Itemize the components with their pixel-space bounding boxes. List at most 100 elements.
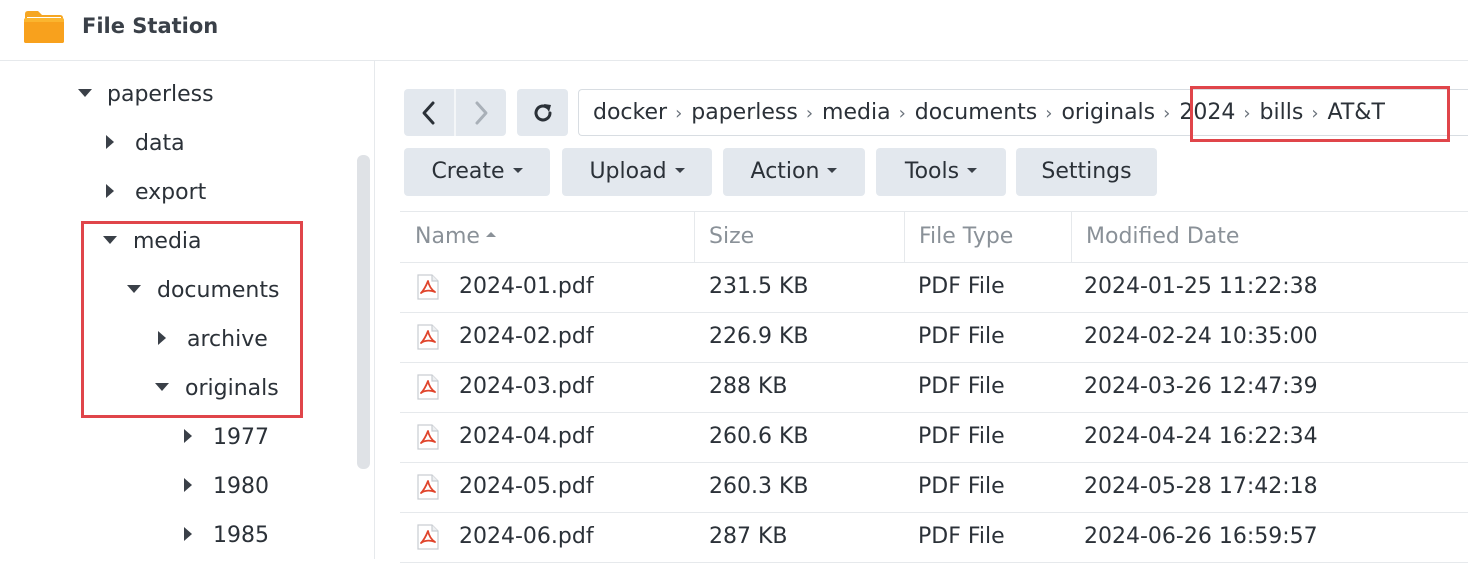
- breadcrumb-item[interactable]: docker: [593, 90, 667, 135]
- file-type: PDF File: [918, 474, 1005, 499]
- table-row[interactable]: 2024-03.pdf 288 KB PDF File 2024-03-26 12:4…: [400, 362, 1468, 413]
- table-row[interactable]: 2024-05.pdf 260.3 KB PDF File 2024-05-28 17…: [400, 462, 1468, 513]
- chevron-right-icon: ›: [1311, 103, 1319, 124]
- caret-down-icon: [827, 167, 838, 173]
- nav-button-group: [404, 89, 506, 136]
- table-row[interactable]: 2024-04.pdf 260.6 KB PDF File 2024-04-24 16…: [400, 412, 1468, 463]
- settings-button[interactable]: Settings: [1016, 148, 1157, 196]
- caret-down-icon: [967, 167, 978, 173]
- tree-item-1985[interactable]: 1985: [184, 516, 269, 556]
- breadcrumb-item[interactable]: paperless: [691, 90, 798, 135]
- create-button[interactable]: Create: [404, 148, 550, 196]
- chevron-right-icon: ›: [1163, 103, 1171, 124]
- breadcrumb-item[interactable]: AT&T: [1328, 90, 1385, 135]
- main-panel: docker › paperless › media › documents › origina…: [375, 61, 1468, 563]
- tree-item-1977[interactable]: 1977: [184, 418, 269, 458]
- file-type: PDF File: [918, 374, 1005, 399]
- table-row[interactable]: 2024-02.pdf 226.9 KB PDF File 2024-02-24 10…: [400, 312, 1468, 363]
- tree-item-archive[interactable]: archive: [158, 320, 268, 360]
- folder-tree[interactable]: paperless data export media documents ar…: [0, 61, 375, 559]
- pdf-file-icon: [417, 374, 439, 400]
- file-name: 2024-02.pdf: [459, 324, 594, 349]
- column-header-file-type[interactable]: File Type: [919, 212, 1013, 262]
- expanded-icon[interactable]: [78, 89, 92, 97]
- modified-date: 2024-04-24 16:22:34: [1084, 424, 1318, 449]
- file-size: 231.5 KB: [709, 274, 809, 299]
- collapsed-icon[interactable]: [184, 478, 192, 492]
- file-size: 287 KB: [709, 524, 788, 549]
- tree-item-1980[interactable]: 1980: [184, 467, 269, 507]
- tree-item-data[interactable]: data: [106, 124, 185, 164]
- file-type: PDF File: [918, 424, 1005, 449]
- modified-date: 2024-03-26 12:47:39: [1084, 374, 1318, 399]
- file-type: PDF File: [918, 324, 1005, 349]
- pdf-file-icon: [417, 274, 439, 300]
- file-name: 2024-03.pdf: [459, 374, 594, 399]
- pdf-file-icon: [417, 324, 439, 350]
- sort-ascending-icon: [485, 231, 496, 237]
- collapsed-icon[interactable]: [158, 331, 166, 345]
- column-divider[interactable]: [904, 212, 905, 262]
- column-header-size[interactable]: Size: [709, 212, 754, 262]
- table-row[interactable]: 2024-01.pdf 231.5 KB PDF File 2024-01-25 11…: [400, 262, 1468, 313]
- refresh-icon: [534, 103, 551, 121]
- refresh-button[interactable]: [517, 89, 568, 136]
- file-type: PDF File: [918, 274, 1005, 299]
- modified-date: 2024-01-25 11:22:38: [1084, 274, 1318, 299]
- file-name: 2024-04.pdf: [459, 424, 594, 449]
- chevron-right-icon: ›: [898, 103, 906, 124]
- title-bar: File Station: [0, 0, 1468, 61]
- app-title: File Station: [82, 14, 219, 38]
- tree-item-originals[interactable]: originals: [155, 369, 279, 409]
- tree-item-documents[interactable]: documents: [127, 271, 279, 311]
- pdf-file-icon: [417, 474, 439, 500]
- path-bar[interactable]: docker › paperless › media › documents › origina…: [578, 89, 1468, 136]
- chevron-right-icon: ›: [1045, 103, 1053, 124]
- breadcrumb-item[interactable]: 2024: [1179, 90, 1235, 135]
- modified-date: 2024-02-24 10:35:00: [1084, 324, 1318, 349]
- tree-item-paperless[interactable]: paperless: [78, 75, 214, 115]
- pdf-file-icon: [417, 424, 439, 450]
- column-header-name[interactable]: Name: [415, 212, 496, 262]
- sidebar-scrollbar[interactable]: [357, 155, 370, 469]
- expanded-icon[interactable]: [155, 383, 169, 391]
- collapsed-icon[interactable]: [184, 527, 192, 541]
- tree-item-export[interactable]: export: [106, 173, 206, 213]
- collapsed-icon[interactable]: [106, 184, 114, 198]
- breadcrumb-item[interactable]: originals: [1061, 90, 1155, 135]
- file-size: 288 KB: [709, 374, 788, 399]
- breadcrumb-item[interactable]: bills: [1260, 90, 1304, 135]
- table-row[interactable]: 2024-06.pdf 287 KB PDF File 2024-06-26 16:5…: [400, 512, 1468, 563]
- column-header-modified-date[interactable]: Modified Date: [1086, 212, 1239, 262]
- tree-item-media[interactable]: media: [103, 222, 202, 262]
- expanded-icon[interactable]: [127, 285, 141, 293]
- collapsed-icon[interactable]: [184, 429, 192, 443]
- column-divider[interactable]: [1071, 212, 1072, 262]
- file-type: PDF File: [918, 524, 1005, 549]
- file-name: 2024-01.pdf: [459, 274, 594, 299]
- forward-button[interactable]: [456, 89, 506, 136]
- breadcrumb: docker › paperless › media › documents › origina…: [593, 90, 1385, 135]
- caret-down-icon: [674, 167, 685, 173]
- collapsed-icon[interactable]: [106, 135, 114, 149]
- breadcrumb-item[interactable]: documents: [915, 90, 1037, 135]
- caret-down-icon: [512, 167, 523, 173]
- tools-button[interactable]: Tools: [876, 148, 1006, 196]
- file-size: 260.3 KB: [709, 474, 809, 499]
- breadcrumb-item[interactable]: media: [822, 90, 891, 135]
- chevron-right-icon: ›: [1243, 103, 1251, 124]
- upload-button[interactable]: Upload: [562, 148, 712, 196]
- back-button[interactable]: [404, 89, 454, 136]
- column-divider[interactable]: [694, 212, 695, 262]
- file-size: 260.6 KB: [709, 424, 809, 449]
- folder-icon: [24, 11, 64, 43]
- table-header: Name Size File Type Modified Date: [400, 211, 1468, 263]
- file-name: 2024-06.pdf: [459, 524, 594, 549]
- chevron-right-icon: [475, 101, 488, 124]
- action-button[interactable]: Action: [723, 148, 865, 196]
- chevron-left-icon: [422, 101, 435, 124]
- modified-date: 2024-05-28 17:42:18: [1084, 474, 1318, 499]
- expanded-icon[interactable]: [103, 236, 117, 244]
- modified-date: 2024-06-26 16:59:57: [1084, 524, 1318, 549]
- pdf-file-icon: [417, 524, 439, 550]
